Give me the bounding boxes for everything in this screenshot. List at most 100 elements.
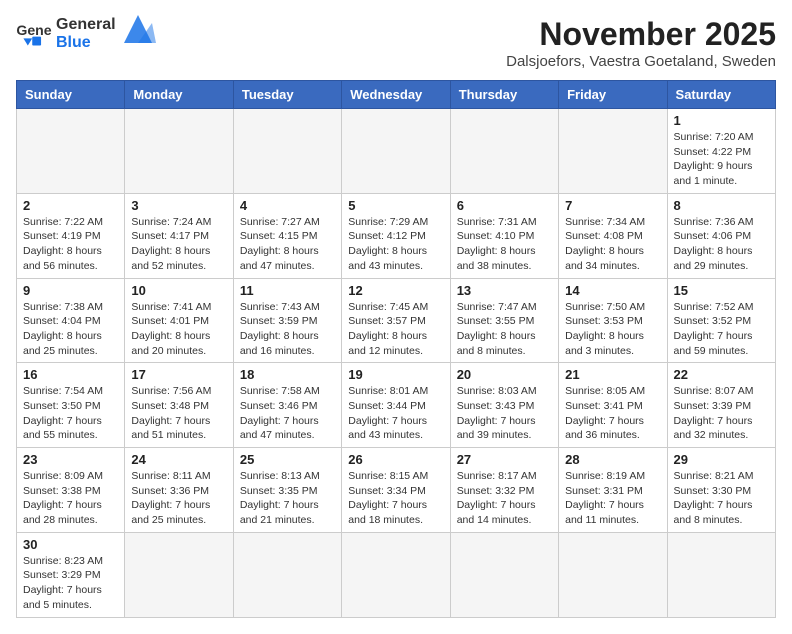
calendar-cell: 22 Sunrise: 8:07 AM Sunset: 3:39 PM Dayli… xyxy=(667,363,775,448)
day-number: 25 xyxy=(240,452,335,467)
day-number: 30 xyxy=(23,537,118,552)
calendar-cell: 5Sunrise: 7:29 AM Sunset: 4:12 PM Daylig… xyxy=(342,193,450,278)
col-header-thursday: Thursday xyxy=(450,81,558,109)
calendar-cell: 28 Sunrise: 8:19 AM Sunset: 3:31 PM Dayli… xyxy=(559,448,667,533)
col-header-monday: Monday xyxy=(125,81,233,109)
day-number: 18 xyxy=(240,367,335,382)
day-number: 24 xyxy=(131,452,226,467)
day-info: Sunrise: 7:38 AM Sunset: 4:04 PM Dayligh… xyxy=(23,300,118,359)
calendar-cell: 26 Sunrise: 8:15 AM Sunset: 3:34 PM Dayli… xyxy=(342,448,450,533)
day-info: Sunrise: 7:50 AM Sunset: 3:53 PM Dayligh… xyxy=(565,300,660,359)
day-info: Sunrise: 8:23 AM Sunset: 3:29 PM Dayligh… xyxy=(23,554,118,613)
day-number: 19 xyxy=(348,367,443,382)
calendar-cell xyxy=(233,532,341,617)
day-number: 6 xyxy=(457,198,552,213)
day-info: Sunrise: 7:47 AM Sunset: 3:55 PM Dayligh… xyxy=(457,300,552,359)
logo-icon: General xyxy=(16,19,52,49)
day-info: Sunrise: 7:36 AM Sunset: 4:06 PM Dayligh… xyxy=(674,215,769,274)
col-header-saturday: Saturday xyxy=(667,81,775,109)
day-info: Sunrise: 7:41 AM Sunset: 4:01 PM Dayligh… xyxy=(131,300,226,359)
day-number: 8 xyxy=(674,198,769,213)
day-info: Sunrise: 8:07 AM Sunset: 3:39 PM Dayligh… xyxy=(674,384,769,443)
calendar-cell: 23Sunrise: 8:09 AM Sunset: 3:38 PM Dayli… xyxy=(17,448,125,533)
day-info: Sunrise: 8:15 AM Sunset: 3:34 PM Dayligh… xyxy=(348,469,443,528)
day-number: 20 xyxy=(457,367,552,382)
day-number: 22 xyxy=(674,367,769,382)
day-number: 21 xyxy=(565,367,660,382)
calendar-cell: 16Sunrise: 7:54 AM Sunset: 3:50 PM Dayli… xyxy=(17,363,125,448)
calendar-cell: 12 Sunrise: 7:45 AM Sunset: 3:57 PM Dayli… xyxy=(342,278,450,363)
calendar-cell xyxy=(450,109,558,194)
calendar-cell: 19 Sunrise: 8:01 AM Sunset: 3:44 PM Dayli… xyxy=(342,363,450,448)
calendar-cell xyxy=(667,532,775,617)
location-title: Dalsjoefors, Vaestra Goetaland, Sweden xyxy=(506,53,776,70)
col-header-tuesday: Tuesday xyxy=(233,81,341,109)
day-info: Sunrise: 7:20 AM Sunset: 4:22 PM Dayligh… xyxy=(674,130,769,189)
calendar-cell: 17Sunrise: 7:56 AM Sunset: 3:48 PM Dayli… xyxy=(125,363,233,448)
calendar-cell: 20Sunrise: 8:03 AM Sunset: 3:43 PM Dayli… xyxy=(450,363,558,448)
calendar-week-1: 2 Sunrise: 7:22 AM Sunset: 4:19 PM Daylig… xyxy=(17,193,776,278)
day-number: 26 xyxy=(348,452,443,467)
calendar-cell: 27Sunrise: 8:17 AM Sunset: 3:32 PM Dayli… xyxy=(450,448,558,533)
calendar-cell: 25Sunrise: 8:13 AM Sunset: 3:35 PM Dayli… xyxy=(233,448,341,533)
col-header-wednesday: Wednesday xyxy=(342,81,450,109)
calendar-cell: 11 Sunrise: 7:43 AM Sunset: 3:59 PM Dayli… xyxy=(233,278,341,363)
day-number: 14 xyxy=(565,283,660,298)
day-info: Sunrise: 8:17 AM Sunset: 3:32 PM Dayligh… xyxy=(457,469,552,528)
calendar-table: SundayMondayTuesdayWednesdayThursdayFrid… xyxy=(16,80,776,618)
col-header-sunday: Sunday xyxy=(17,81,125,109)
day-info: Sunrise: 7:27 AM Sunset: 4:15 PM Dayligh… xyxy=(240,215,335,274)
calendar-cell: 15Sunrise: 7:52 AM Sunset: 3:52 PM Dayli… xyxy=(667,278,775,363)
logo-text-general: General xyxy=(56,16,116,34)
day-number: 17 xyxy=(131,367,226,382)
col-header-friday: Friday xyxy=(559,81,667,109)
day-number: 29 xyxy=(674,452,769,467)
calendar-cell: 30 Sunrise: 8:23 AM Sunset: 3:29 PM Dayli… xyxy=(17,532,125,617)
calendar-cell xyxy=(559,532,667,617)
day-number: 28 xyxy=(565,452,660,467)
calendar-week-2: 9 Sunrise: 7:38 AM Sunset: 4:04 PM Daylig… xyxy=(17,278,776,363)
day-number: 12 xyxy=(348,283,443,298)
day-number: 1 xyxy=(674,113,769,128)
day-number: 3 xyxy=(131,198,226,213)
title-area: November 2025 Dalsjoefors, Vaestra Goeta… xyxy=(506,16,776,70)
svg-text:General: General xyxy=(16,21,52,37)
calendar-cell: 4Sunrise: 7:27 AM Sunset: 4:15 PM Daylig… xyxy=(233,193,341,278)
day-number: 9 xyxy=(23,283,118,298)
calendar-week-0: 1 Sunrise: 7:20 AM Sunset: 4:22 PM Daylig… xyxy=(17,109,776,194)
day-info: Sunrise: 8:05 AM Sunset: 3:41 PM Dayligh… xyxy=(565,384,660,443)
calendar-cell xyxy=(450,532,558,617)
day-number: 7 xyxy=(565,198,660,213)
day-info: Sunrise: 7:45 AM Sunset: 3:57 PM Dayligh… xyxy=(348,300,443,359)
calendar-cell xyxy=(342,532,450,617)
calendar-cell xyxy=(342,109,450,194)
calendar-week-3: 16Sunrise: 7:54 AM Sunset: 3:50 PM Dayli… xyxy=(17,363,776,448)
day-number: 23 xyxy=(23,452,118,467)
day-number: 11 xyxy=(240,283,335,298)
calendar-cell xyxy=(125,109,233,194)
day-info: Sunrise: 8:01 AM Sunset: 3:44 PM Dayligh… xyxy=(348,384,443,443)
day-number: 2 xyxy=(23,198,118,213)
logo: General General Blue xyxy=(16,16,156,51)
day-number: 13 xyxy=(457,283,552,298)
day-number: 16 xyxy=(23,367,118,382)
calendar-cell: 24Sunrise: 8:11 AM Sunset: 3:36 PM Dayli… xyxy=(125,448,233,533)
logo-shape-icon xyxy=(124,15,156,43)
calendar-cell: 3Sunrise: 7:24 AM Sunset: 4:17 PM Daylig… xyxy=(125,193,233,278)
logo-text-blue: Blue xyxy=(56,34,116,52)
day-info: Sunrise: 8:19 AM Sunset: 3:31 PM Dayligh… xyxy=(565,469,660,528)
day-info: Sunrise: 7:43 AM Sunset: 3:59 PM Dayligh… xyxy=(240,300,335,359)
day-info: Sunrise: 7:31 AM Sunset: 4:10 PM Dayligh… xyxy=(457,215,552,274)
calendar-cell xyxy=(233,109,341,194)
calendar-cell: 21 Sunrise: 8:05 AM Sunset: 3:41 PM Dayli… xyxy=(559,363,667,448)
calendar-cell: 29Sunrise: 8:21 AM Sunset: 3:30 PM Dayli… xyxy=(667,448,775,533)
calendar-cell xyxy=(559,109,667,194)
day-number: 15 xyxy=(674,283,769,298)
calendar-cell: 18 Sunrise: 7:58 AM Sunset: 3:46 PM Dayli… xyxy=(233,363,341,448)
day-info: Sunrise: 7:22 AM Sunset: 4:19 PM Dayligh… xyxy=(23,215,118,274)
day-info: Sunrise: 7:34 AM Sunset: 4:08 PM Dayligh… xyxy=(565,215,660,274)
calendar-cell: 6 Sunrise: 7:31 AM Sunset: 4:10 PM Daylig… xyxy=(450,193,558,278)
day-info: Sunrise: 7:58 AM Sunset: 3:46 PM Dayligh… xyxy=(240,384,335,443)
calendar-cell: 9 Sunrise: 7:38 AM Sunset: 4:04 PM Daylig… xyxy=(17,278,125,363)
calendar-cell xyxy=(17,109,125,194)
